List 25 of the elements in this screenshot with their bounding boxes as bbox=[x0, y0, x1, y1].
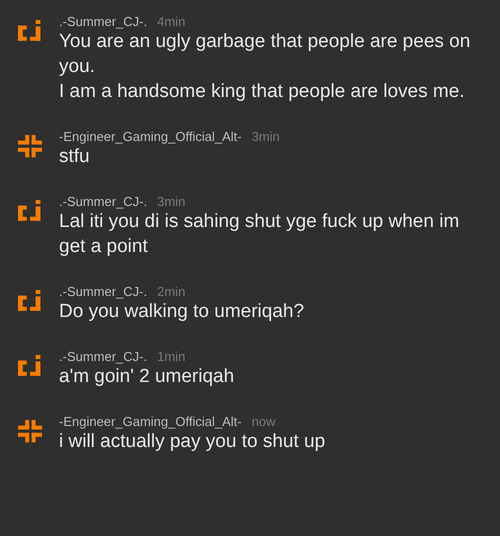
timestamp: now bbox=[252, 414, 276, 429]
bracket-avatar-icon bbox=[18, 200, 42, 224]
message-text: i will actually pay you to shut up bbox=[59, 430, 326, 454]
timestamp: 1min bbox=[157, 349, 186, 364]
timestamp: 3min bbox=[252, 129, 280, 144]
username[interactable]: -Engineer_Gaming_Official_Alt- bbox=[59, 414, 242, 429]
message-text: stfu bbox=[59, 145, 91, 169]
timestamp: 2min bbox=[157, 284, 186, 299]
username[interactable]: .-Summer_CJ-. bbox=[59, 194, 148, 209]
bracket-avatar-icon bbox=[18, 290, 42, 314]
message-text: Lal iti you di is sahing shut yge fuck up when im get a point bbox=[59, 210, 460, 259]
message-text: You are an ugly garbage that people are pees on you. bbox=[59, 30, 472, 79]
username[interactable]: .-Summer_CJ-. bbox=[59, 14, 148, 29]
cross-avatar-icon bbox=[18, 135, 42, 159]
bracket-avatar-icon bbox=[18, 355, 42, 379]
bracket-avatar-icon bbox=[18, 20, 42, 44]
username[interactable]: .-Summer_CJ-. bbox=[59, 284, 148, 299]
message-text: Do you walking to umeriqah? bbox=[59, 300, 306, 324]
message-text: a'm goin' 2 umeriqah bbox=[59, 365, 236, 389]
timestamp: 3min bbox=[157, 194, 186, 209]
message-text: I am a handsome king that people are loves me. bbox=[59, 80, 466, 104]
username[interactable]: -Engineer_Gaming_Official_Alt- bbox=[59, 129, 242, 144]
cross-avatar-icon bbox=[18, 420, 42, 444]
username[interactable]: .-Summer_CJ-. bbox=[59, 349, 148, 364]
timestamp: 4min bbox=[157, 14, 186, 29]
